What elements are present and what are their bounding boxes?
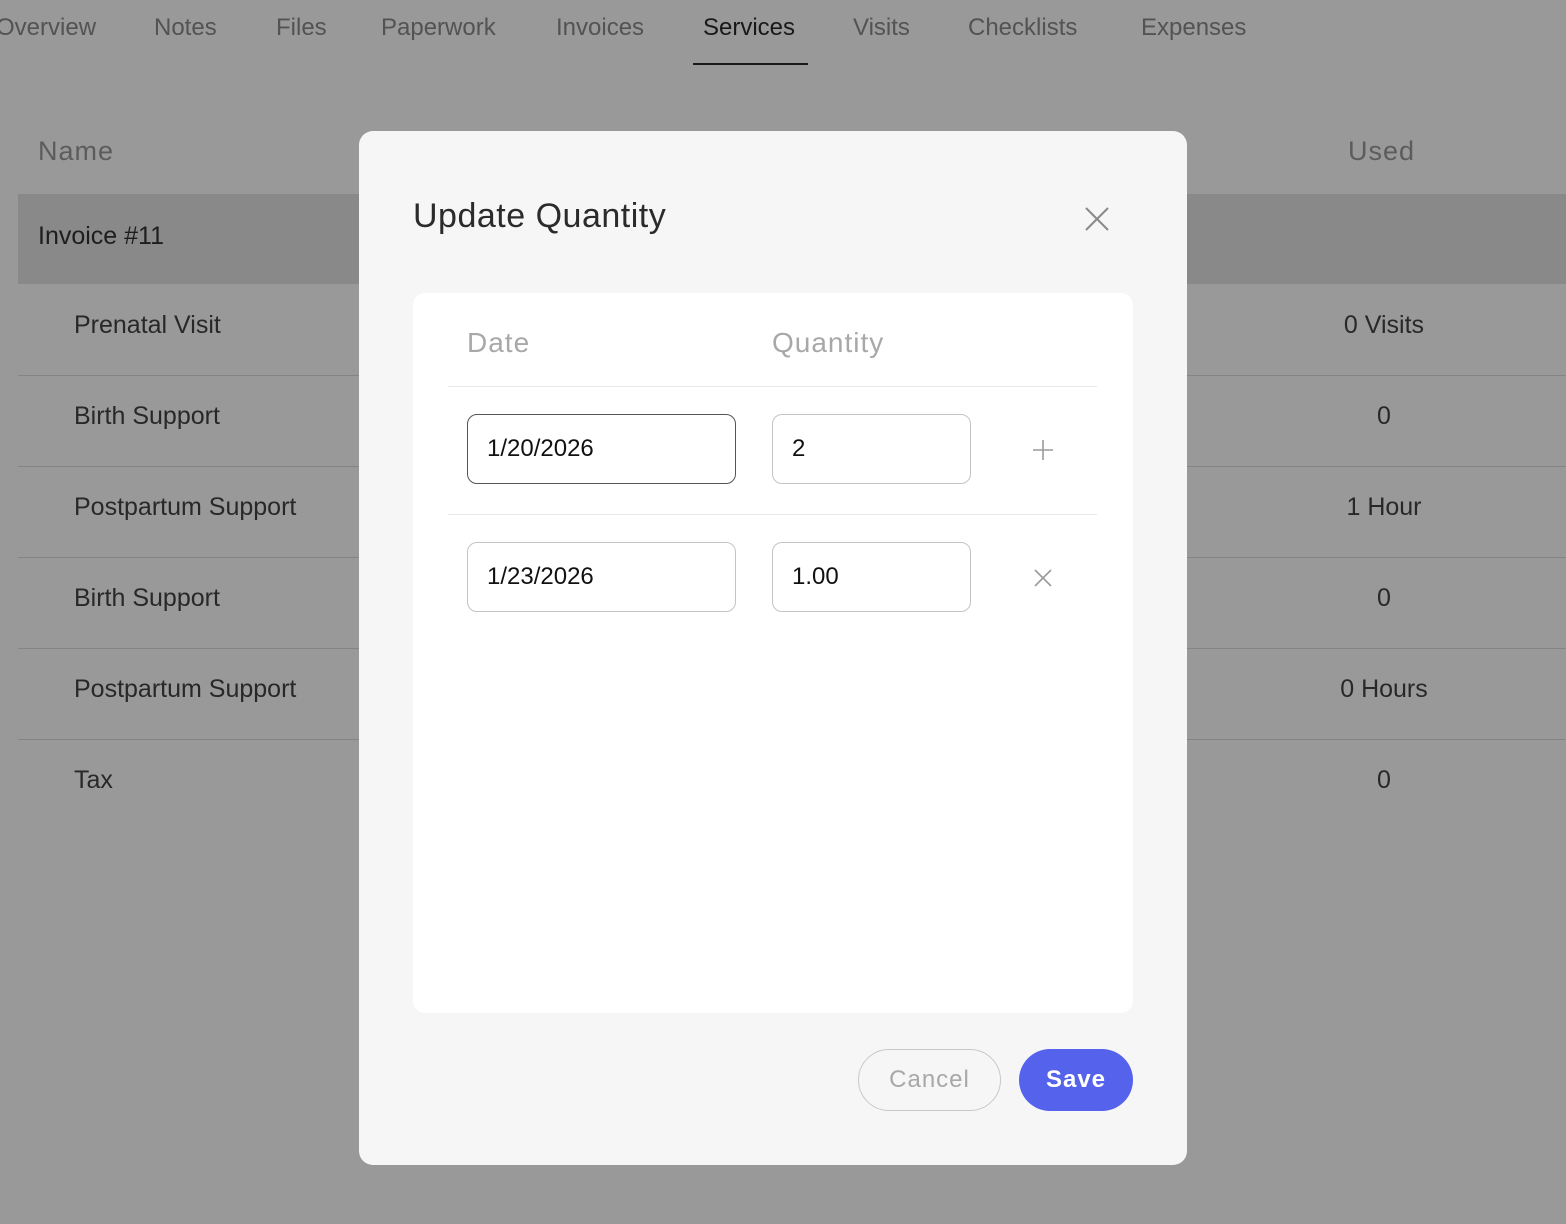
update-quantity-modal: Update Quantity Date Quantity 1/20/2026 …	[359, 131, 1187, 1165]
close-button[interactable]	[1081, 203, 1113, 235]
remove-entry-button[interactable]	[1031, 566, 1055, 590]
divider	[448, 386, 1097, 387]
modal-title: Update Quantity	[413, 197, 667, 235]
close-icon	[1034, 569, 1052, 587]
column-header-date: Date	[467, 327, 531, 358]
date-input[interactable]	[467, 414, 736, 484]
save-button[interactable]: Save	[1019, 1049, 1133, 1111]
close-icon	[1085, 207, 1109, 231]
cancel-button[interactable]: Cancel	[858, 1049, 1001, 1111]
divider	[448, 514, 1097, 515]
plus-icon	[1033, 440, 1053, 460]
quantity-input[interactable]	[772, 542, 971, 612]
quantity-entries-panel: Date Quantity	[413, 293, 1133, 1013]
add-entry-button[interactable]	[1031, 438, 1055, 462]
date-input[interactable]	[467, 542, 736, 612]
column-header-quantity: Quantity	[772, 327, 885, 358]
quantity-input[interactable]	[772, 414, 971, 484]
